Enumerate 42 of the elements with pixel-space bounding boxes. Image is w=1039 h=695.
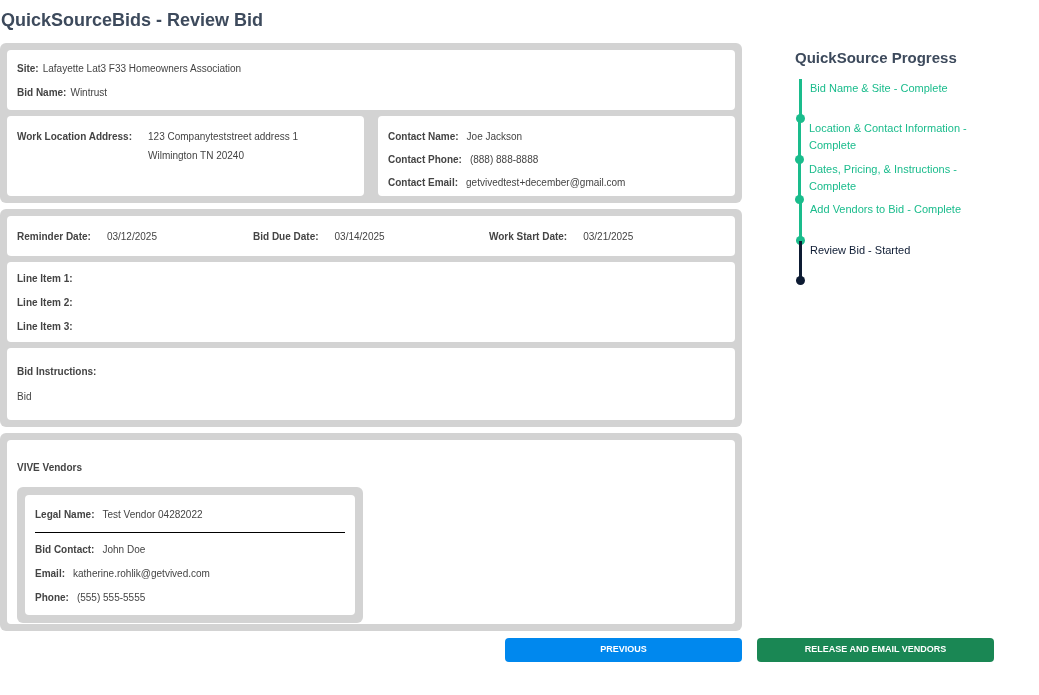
field-value: Lafayette Lat3 F33 Homeowners Association: [42, 61, 242, 76]
field-label: Bid Contact:: [35, 543, 95, 557]
field-label: Bid Name:: [17, 85, 67, 100]
field-value: Wintrust: [70, 85, 108, 100]
address-line: Wilmington TN 20240: [148, 149, 245, 163]
field-label: Bid Due Date:: [253, 229, 319, 244]
field-label: Contact Phone:: [388, 153, 462, 167]
line-item-label: Line Item 3:: [17, 319, 74, 334]
field-value: katherine.rohlik@getvived.com: [73, 567, 210, 581]
progress-step: Review Bid - Started: [810, 240, 911, 281]
field-label: Work Start Date:: [489, 229, 568, 244]
field-label: Legal Name:: [35, 508, 95, 522]
field-label: Reminder Date:: [17, 229, 91, 244]
field-value: John Doe: [102, 543, 146, 557]
address-line: 123 Companyteststreet address 1: [148, 130, 299, 144]
field-label: Email:: [35, 567, 65, 581]
field-label: Site:: [17, 61, 39, 76]
page-title: QuickSourceBids - Review Bid: [0, 9, 265, 29]
field-value: (555) 555-5555: [76, 591, 146, 605]
field-value: 03/14/2025: [334, 229, 385, 244]
field-label: Contact Name:: [388, 130, 459, 144]
progress-title: QuickSource Progress: [795, 48, 958, 68]
field-value: (888) 888-8888: [469, 153, 539, 167]
progress-step: Dates, Pricing, & Instructions - Complete: [809, 159, 982, 200]
field-value: 03/21/2025: [583, 229, 634, 244]
line-item-label: Line Item 2:: [17, 295, 74, 310]
field-label: Bid Instructions:: [17, 365, 98, 379]
progress-step: Bid Name & Site - Complete: [810, 78, 948, 119]
field-value: Bid: [17, 390, 33, 404]
field-label: Work Location Address:: [17, 130, 132, 144]
field-label: Contact Email:: [388, 176, 458, 190]
field-value: Test Vendor 04282022: [102, 508, 203, 522]
release-button[interactable]: RELEASE AND EMAIL VENDORS: [757, 638, 994, 662]
field-value: getvivedtest+december@gmail.com: [466, 176, 626, 190]
progress-step: Location & Contact Information - Complete: [809, 119, 982, 160]
field-label: Phone:: [35, 591, 69, 605]
section-title: VIVE Vendors: [17, 461, 84, 475]
previous-button[interactable]: PREVIOUS: [505, 638, 742, 662]
field-value: Joe Jackson: [466, 130, 523, 144]
line-item-label: Line Item 1:: [17, 271, 74, 286]
field-value: 03/12/2025: [106, 229, 157, 244]
progress-step: Add Vendors to Bid - Complete: [810, 200, 962, 241]
